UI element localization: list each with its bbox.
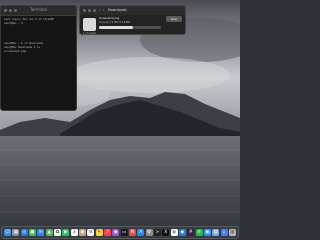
dock-safari-icon[interactable]: ◎ bbox=[20, 229, 28, 236]
progress-bar bbox=[99, 26, 161, 29]
terminal-line: screenshot.png bbox=[4, 50, 26, 53]
progress-fill bbox=[99, 26, 134, 29]
terminal-titlebar[interactable]: Terminal bbox=[1, 6, 76, 16]
dock-music-icon[interactable]: ♪ bbox=[103, 229, 111, 236]
dock-slack-icon[interactable]: # bbox=[187, 229, 195, 236]
window-title: Downloads bbox=[108, 8, 127, 12]
dock-mail-icon[interactable]: ✉ bbox=[37, 229, 45, 236]
terminal-window[interactable]: Terminal Last login: Mon Jun 3 on ttys00… bbox=[0, 5, 77, 111]
dock-x-icon[interactable]: X bbox=[162, 229, 170, 236]
stop-button[interactable]: Stop bbox=[166, 16, 182, 22]
minimize-button[interactable] bbox=[88, 9, 91, 12]
progress-panel: Screenshot.png Copying 1.2 MB of 4.8 MB … bbox=[80, 15, 185, 35]
close-button[interactable] bbox=[83, 9, 86, 12]
dock-maps-icon[interactable]: ▲ bbox=[45, 229, 53, 236]
dock-zoom-icon[interactable]: ▣ bbox=[203, 229, 211, 236]
terminal-content[interactable]: Last login: Mon Jun 3 on ttys000 user@Ma… bbox=[1, 16, 76, 56]
dock-reminders-icon[interactable]: ≡ bbox=[87, 229, 95, 236]
dock-contacts-icon[interactable]: ◉ bbox=[78, 229, 86, 236]
dock-terminal-icon[interactable]: > bbox=[153, 229, 161, 236]
terminal-title: Terminal bbox=[30, 7, 47, 12]
file-progress-text: Copying 1.2 MB of 4.8 MB bbox=[99, 21, 130, 24]
dock-calendar-icon[interactable]: 3 bbox=[70, 229, 78, 236]
dock: ☺ ▦ ◎ ● ✉ ▲ ✿ ▶ 3 ◉ ≡ ✎ ♪ ◉ ▭ N A ⚙ > X ◍ ◆ # ≋ ▣ ▤ ↓ ▥ bbox=[1, 226, 239, 239]
dock-chrome-icon[interactable]: ◍ bbox=[170, 229, 178, 236]
dock-messages-icon[interactable]: ● bbox=[28, 229, 36, 236]
dock-app-store-icon[interactable]: A bbox=[137, 229, 145, 236]
dock-podcasts-icon[interactable]: ◉ bbox=[112, 229, 120, 236]
window-titlebar[interactable]: ‹ › Downloads bbox=[80, 6, 185, 15]
document-icon bbox=[83, 18, 96, 31]
dock-photos-icon[interactable]: ✿ bbox=[53, 229, 61, 236]
dock-preview-icon[interactable]: ▤ bbox=[212, 229, 220, 236]
dock-notes-icon[interactable]: ✎ bbox=[95, 229, 103, 236]
forward-button[interactable]: › bbox=[103, 8, 104, 13]
zoom-button[interactable] bbox=[93, 9, 96, 12]
item-count: 1 of 1 item bbox=[83, 32, 97, 35]
dock-facetime-icon[interactable]: ▶ bbox=[62, 229, 70, 236]
copy-progress-window[interactable]: ‹ › Downloads Screenshot.png Copying 1.2… bbox=[79, 5, 186, 35]
dock-trash-icon[interactable]: ▥ bbox=[228, 229, 236, 236]
dock-news-icon[interactable]: N bbox=[128, 229, 136, 236]
dock-downloads-stack-icon[interactable]: ↓ bbox=[220, 229, 228, 236]
dock-finder-icon[interactable]: ☺ bbox=[4, 229, 11, 236]
dock-tv-icon[interactable]: ▭ bbox=[120, 229, 128, 236]
dock-spotify-icon[interactable]: ≋ bbox=[195, 229, 203, 236]
dock-launchpad-icon[interactable]: ▦ bbox=[12, 229, 20, 236]
back-button[interactable]: ‹ bbox=[99, 8, 100, 13]
dock-vs-code-icon[interactable]: ◆ bbox=[178, 229, 186, 236]
dock-settings-icon[interactable]: ⚙ bbox=[145, 229, 153, 236]
